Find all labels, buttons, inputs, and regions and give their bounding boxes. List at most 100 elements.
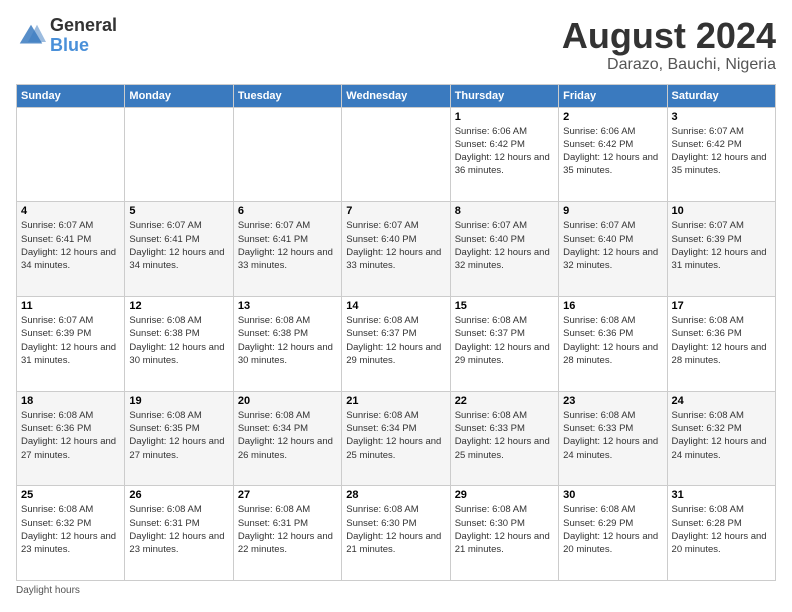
col-header-thursday: Thursday — [450, 84, 558, 107]
title-block: August 2024 Darazo, Bauchi, Nigeria — [562, 16, 776, 74]
day-number: 9 — [563, 205, 662, 217]
day-info: Sunrise: 6:07 AM Sunset: 6:41 PM Dayligh… — [238, 219, 337, 272]
week-row-2: 4 Sunrise: 6:07 AM Sunset: 6:41 PM Daylig… — [17, 202, 776, 297]
day-cell: 9 Sunrise: 6:07 AM Sunset: 6:40 PM Daylig… — [559, 202, 667, 297]
day-info: Sunrise: 6:08 AM Sunset: 6:34 PM Dayligh… — [238, 409, 337, 462]
day-number: 30 — [563, 489, 662, 501]
day-number: 5 — [129, 205, 228, 217]
day-number: 7 — [346, 205, 445, 217]
day-number: 28 — [346, 489, 445, 501]
day-info: Sunrise: 6:08 AM Sunset: 6:36 PM Dayligh… — [21, 409, 120, 462]
col-header-sunday: Sunday — [17, 84, 125, 107]
week-row-3: 11 Sunrise: 6:07 AM Sunset: 6:39 PM Dayli… — [17, 296, 776, 391]
day-number: 6 — [238, 205, 337, 217]
day-info: Sunrise: 6:08 AM Sunset: 6:31 PM Dayligh… — [238, 503, 337, 556]
day-cell — [233, 107, 341, 202]
day-info: Sunrise: 6:07 AM Sunset: 6:39 PM Dayligh… — [21, 314, 120, 367]
day-cell: 3 Sunrise: 6:07 AM Sunset: 6:42 PM Daylig… — [667, 107, 775, 202]
footer: Daylight hours — [16, 585, 776, 596]
day-number: 23 — [563, 395, 662, 407]
day-cell: 7 Sunrise: 6:07 AM Sunset: 6:40 PM Daylig… — [342, 202, 450, 297]
day-info: Sunrise: 6:07 AM Sunset: 6:40 PM Dayligh… — [455, 219, 554, 272]
col-header-wednesday: Wednesday — [342, 84, 450, 107]
col-header-tuesday: Tuesday — [233, 84, 341, 107]
day-cell: 31Sunrise: 6:08 AM Sunset: 6:28 PM Dayli… — [667, 486, 775, 581]
day-number: 17 — [672, 300, 771, 312]
day-info: Sunrise: 6:08 AM Sunset: 6:37 PM Dayligh… — [346, 314, 445, 367]
day-info: Sunrise: 6:07 AM Sunset: 6:42 PM Dayligh… — [672, 125, 771, 178]
day-cell: 6 Sunrise: 6:07 AM Sunset: 6:41 PM Daylig… — [233, 202, 341, 297]
day-cell: 15 Sunrise: 6:08 AM Sunset: 6:37 PM Dayli… — [450, 296, 558, 391]
day-cell: 10 Sunrise: 6:07 AM Sunset: 6:39 PM Dayli… — [667, 202, 775, 297]
day-info: Sunrise: 6:07 AM Sunset: 6:40 PM Dayligh… — [346, 219, 445, 272]
day-cell: 1 Sunrise: 6:06 AM Sunset: 6:42 PM Daylig… — [450, 107, 558, 202]
day-cell: 12 Sunrise: 6:08 AM Sunset: 6:38 PM Dayli… — [125, 296, 233, 391]
day-cell: 26Sunrise: 6:08 AM Sunset: 6:31 PM Dayli… — [125, 486, 233, 581]
day-number: 1 — [455, 111, 554, 123]
day-number: 3 — [672, 111, 771, 123]
day-cell: 22Sunrise: 6:08 AM Sunset: 6:33 PM Dayli… — [450, 391, 558, 486]
day-number: 12 — [129, 300, 228, 312]
day-number: 2 — [563, 111, 662, 123]
day-number: 13 — [238, 300, 337, 312]
day-cell: 21Sunrise: 6:08 AM Sunset: 6:34 PM Dayli… — [342, 391, 450, 486]
col-header-monday: Monday — [125, 84, 233, 107]
week-row-5: 25 Sunrise: 6:08 AM Sunset: 6:32 PM Dayli… — [17, 486, 776, 581]
day-number: 26 — [129, 489, 228, 501]
day-cell: 23 Sunrise: 6:08 AM Sunset: 6:33 PM Dayli… — [559, 391, 667, 486]
day-cell: 20 Sunrise: 6:08 AM Sunset: 6:34 PM Dayli… — [233, 391, 341, 486]
day-cell: 24 Sunrise: 6:08 AM Sunset: 6:32 PM Dayli… — [667, 391, 775, 486]
day-info: Sunrise: 6:08 AM Sunset: 6:36 PM Dayligh… — [672, 314, 771, 367]
day-info: Sunrise: 6:08 AM Sunset: 6:38 PM Dayligh… — [129, 314, 228, 367]
day-cell: 19Sunrise: 6:08 AM Sunset: 6:35 PM Dayli… — [125, 391, 233, 486]
day-info: Sunrise: 6:07 AM Sunset: 6:40 PM Dayligh… — [563, 219, 662, 272]
subtitle: Darazo, Bauchi, Nigeria — [562, 56, 776, 74]
day-cell: 18 Sunrise: 6:08 AM Sunset: 6:36 PM Dayli… — [17, 391, 125, 486]
day-info: Sunrise: 6:06 AM Sunset: 6:42 PM Dayligh… — [563, 125, 662, 178]
day-info: Sunrise: 6:07 AM Sunset: 6:41 PM Dayligh… — [21, 219, 120, 272]
day-cell: 8 Sunrise: 6:07 AM Sunset: 6:40 PM Daylig… — [450, 202, 558, 297]
day-cell: 17 Sunrise: 6:08 AM Sunset: 6:36 PM Dayli… — [667, 296, 775, 391]
day-info: Sunrise: 6:08 AM Sunset: 6:32 PM Dayligh… — [21, 503, 120, 556]
day-number: 8 — [455, 205, 554, 217]
day-info: Sunrise: 6:08 AM Sunset: 6:33 PM Dayligh… — [563, 409, 662, 462]
day-info: Sunrise: 6:08 AM Sunset: 6:36 PM Dayligh… — [563, 314, 662, 367]
day-number: 25 — [21, 489, 120, 501]
page: General Blue August 2024 Darazo, Bauchi,… — [0, 0, 792, 612]
day-number: 15 — [455, 300, 554, 312]
week-row-1: 1 Sunrise: 6:06 AM Sunset: 6:42 PM Daylig… — [17, 107, 776, 202]
day-info: Sunrise: 6:07 AM Sunset: 6:39 PM Dayligh… — [672, 219, 771, 272]
logo-icon — [16, 21, 46, 51]
logo-text: General Blue — [50, 16, 117, 56]
day-info: Sunrise: 6:08 AM Sunset: 6:29 PM Dayligh… — [563, 503, 662, 556]
day-info: Sunrise: 6:08 AM Sunset: 6:34 PM Dayligh… — [346, 409, 445, 462]
day-number: 11 — [21, 300, 120, 312]
day-cell — [125, 107, 233, 202]
day-info: Sunrise: 6:08 AM Sunset: 6:32 PM Dayligh… — [672, 409, 771, 462]
day-number: 20 — [238, 395, 337, 407]
day-cell — [17, 107, 125, 202]
day-cell: 27 Sunrise: 6:08 AM Sunset: 6:31 PM Dayli… — [233, 486, 341, 581]
day-info: Sunrise: 6:08 AM Sunset: 6:30 PM Dayligh… — [455, 503, 554, 556]
day-info: Sunrise: 6:08 AM Sunset: 6:30 PM Dayligh… — [346, 503, 445, 556]
day-info: Sunrise: 6:06 AM Sunset: 6:42 PM Dayligh… — [455, 125, 554, 178]
col-header-saturday: Saturday — [667, 84, 775, 107]
day-number: 18 — [21, 395, 120, 407]
day-cell: 11 Sunrise: 6:07 AM Sunset: 6:39 PM Dayli… — [17, 296, 125, 391]
day-cell: 13 Sunrise: 6:08 AM Sunset: 6:38 PM Dayli… — [233, 296, 341, 391]
day-cell: 28 Sunrise: 6:08 AM Sunset: 6:30 PM Dayli… — [342, 486, 450, 581]
day-number: 27 — [238, 489, 337, 501]
day-info: Sunrise: 6:07 AM Sunset: 6:41 PM Dayligh… — [129, 219, 228, 272]
day-cell: 16 Sunrise: 6:08 AM Sunset: 6:36 PM Dayli… — [559, 296, 667, 391]
day-cell: 29 Sunrise: 6:08 AM Sunset: 6:30 PM Dayli… — [450, 486, 558, 581]
day-cell: 14Sunrise: 6:08 AM Sunset: 6:37 PM Dayli… — [342, 296, 450, 391]
day-number: 29 — [455, 489, 554, 501]
day-number: 4 — [21, 205, 120, 217]
day-info: Sunrise: 6:08 AM Sunset: 6:37 PM Dayligh… — [455, 314, 554, 367]
day-cell: 25 Sunrise: 6:08 AM Sunset: 6:32 PM Dayli… — [17, 486, 125, 581]
day-number: 10 — [672, 205, 771, 217]
day-number: 16 — [563, 300, 662, 312]
day-cell: 2 Sunrise: 6:06 AM Sunset: 6:42 PM Daylig… — [559, 107, 667, 202]
day-number: 24 — [672, 395, 771, 407]
day-info: Sunrise: 6:08 AM Sunset: 6:38 PM Dayligh… — [238, 314, 337, 367]
